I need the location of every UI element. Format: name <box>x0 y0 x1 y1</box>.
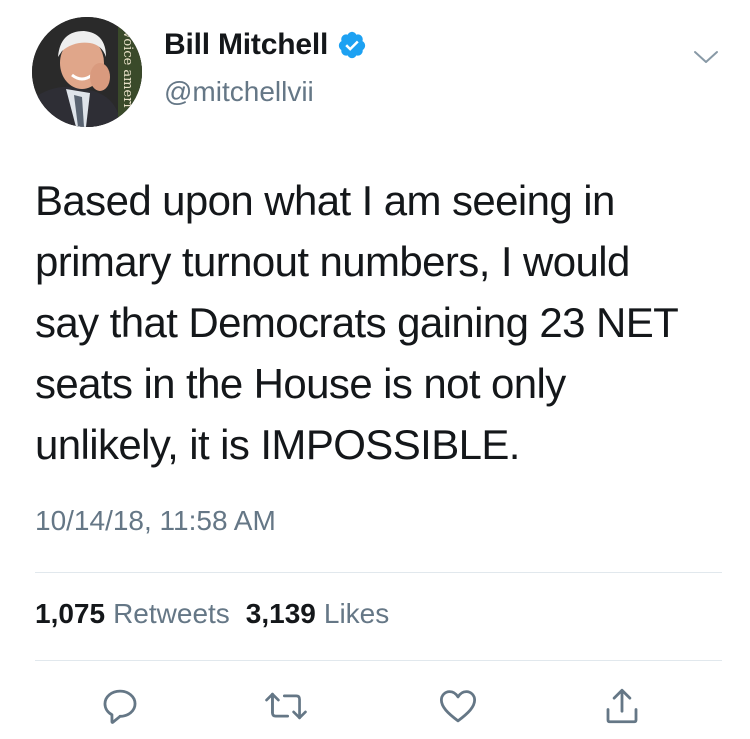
display-name[interactable]: Bill Mitchell <box>164 28 328 62</box>
tweet-actions <box>0 684 750 728</box>
avatar[interactable]: voice ameri <box>32 17 142 127</box>
retweet-icon <box>265 692 307 720</box>
tweet-timestamp[interactable]: 10/14/18, 11:58 AM <box>35 505 276 537</box>
author-handle[interactable]: @mitchellvii <box>164 76 314 108</box>
like-button[interactable] <box>436 684 480 728</box>
chevron-down-icon[interactable] <box>692 47 720 67</box>
retweets-label[interactable]: Retweets <box>113 598 230 630</box>
tweet-stats: 1,075 Retweets 3,139 Likes <box>35 598 405 630</box>
likes-label[interactable]: Likes <box>324 598 389 630</box>
avatar-background-text: voice ameri <box>120 30 135 108</box>
reply-button[interactable] <box>98 684 142 728</box>
tweet-text: Based upon what I am seeing in primary t… <box>35 177 679 468</box>
heart-icon <box>439 690 477 723</box>
retweet-button[interactable] <box>264 684 308 728</box>
likes-count[interactable]: 3,139 <box>246 598 316 630</box>
avatar-image: voice ameri <box>32 17 142 127</box>
reply-icon <box>103 689 137 724</box>
share-icon <box>606 688 638 724</box>
author-name-row[interactable]: Bill Mitchell <box>164 28 367 62</box>
retweets-count[interactable]: 1,075 <box>35 598 105 630</box>
share-button[interactable] <box>600 684 644 728</box>
verified-badge-icon <box>337 30 367 60</box>
divider <box>35 660 722 661</box>
divider <box>35 572 722 573</box>
